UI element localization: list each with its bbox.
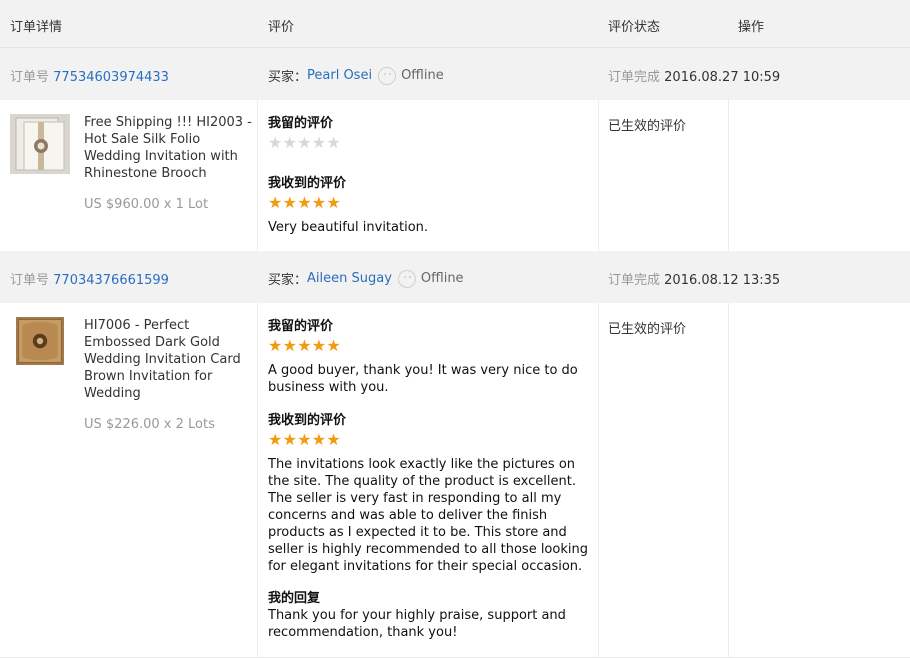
status-cell: 已生效的评价 (599, 100, 729, 251)
buyer-info: 买家： Aileen Sugay Offline (268, 269, 464, 288)
received-rating-stars: ★ ★ ★ ★ ★ (268, 195, 588, 211)
star-icon: ★ (282, 133, 297, 152)
review-cell: 我留的评价 ★ ★ ★ ★ ★ 我收到的评价 ★ ★ ★ ★ ★ Very beautiful … (258, 100, 599, 251)
star-icon: ★ (282, 430, 297, 449)
star-icon: ★ (311, 133, 327, 152)
buyer-name-link[interactable]: Pearl Osei (307, 68, 372, 83)
star-icon: ★ (326, 133, 341, 152)
star-icon: ★ (268, 133, 283, 152)
my-review-title: 我留的评价 (268, 319, 334, 334)
received-review: 我收到的评价 ★ ★ ★ ★ ★ Very beautiful invitation. (268, 175, 588, 236)
received-rating-stars: ★ ★ ★ ★ ★ (268, 432, 588, 448)
star-icon: ★ (268, 336, 283, 355)
buyer-label: 买家： (268, 70, 308, 85)
star-icon: ★ (297, 430, 312, 449)
status-cell: 已生效的评价 (599, 303, 729, 657)
reply-text: Thank you for your highly praise, suppor… (268, 608, 566, 640)
review-cell: 我留的评价 ★ ★ ★ ★ ★ A good buyer, thank you! It … (258, 303, 599, 657)
order-bar: 订单号 77534603974433 买家： Pearl Osei Offlin… (0, 48, 910, 100)
received-review: 我收到的评价 ★ ★ ★ ★ ★ The invitations look exactl… (268, 412, 588, 575)
my-review-text: A good buyer, thank you! It was very nic… (268, 363, 578, 395)
completed-time: 2016.08.27 10:59 (664, 70, 781, 85)
online-status: Offline (420, 271, 464, 286)
star-icon: ★ (268, 193, 283, 212)
product-thumbnail[interactable] (10, 114, 70, 174)
order-number-link[interactable]: 77534603974433 (53, 70, 169, 85)
received-review-text: The invitations look exactly like the pi… (268, 457, 588, 574)
product-cell: Free Shipping !!! HI2003 - Hot Sale Silk… (0, 100, 258, 251)
order-number: 订单号 77534603974433 (10, 70, 169, 85)
product-name[interactable]: HI7006 - Perfect Embossed Dark Gold Wedd… (84, 317, 252, 402)
product-price: US $960.00 x 1 Lot (84, 197, 209, 212)
review-status: 已生效的评价 (608, 119, 687, 134)
buyer-name-link[interactable]: Aileen Sugay (307, 271, 392, 286)
product-name[interactable]: Free Shipping !!! HI2003 - Hot Sale Silk… (84, 114, 252, 182)
star-icon: ★ (311, 430, 327, 449)
my-rating-stars: ★ ★ ★ ★ ★ (268, 338, 588, 354)
chat-status-icon[interactable] (397, 269, 416, 288)
my-review-title: 我留的评价 (268, 116, 334, 131)
star-icon: ★ (326, 336, 341, 355)
header-review-status: 评价状态 (608, 20, 661, 35)
product-cell: HI7006 - Perfect Embossed Dark Gold Wedd… (0, 303, 258, 657)
buyer-info: 买家： Pearl Osei Offline (268, 66, 444, 85)
star-icon: ★ (326, 430, 341, 449)
online-status: Offline (401, 68, 444, 83)
my-review: 我留的评价 ★ ★ ★ ★ ★ A good buyer, thank you! It … (268, 318, 588, 396)
product-price: US $226.00 x 2 Lots (84, 417, 215, 432)
star-icon: ★ (311, 193, 327, 212)
order-bar: 订单号 77034376661599 买家： Aileen Sugay Offl… (0, 251, 910, 303)
my-rating-stars: ★ ★ ★ ★ ★ (268, 135, 588, 151)
received-review-text: Very beautiful invitation. (268, 220, 429, 235)
my-review: 我留的评价 ★ ★ ★ ★ ★ (268, 115, 588, 151)
order-row: HI7006 - Perfect Embossed Dark Gold Wedd… (0, 303, 910, 658)
buyer-label: 买家： (268, 273, 308, 288)
received-review-title: 我收到的评价 (268, 413, 347, 428)
chat-status-icon[interactable] (378, 66, 397, 85)
received-review-title: 我收到的评价 (268, 176, 347, 191)
review-status: 已生效的评价 (608, 322, 687, 337)
order-completion: 订单完成 2016.08.12 13:35 (608, 273, 781, 288)
header-review: 评价 (268, 20, 295, 35)
star-icon: ★ (297, 193, 312, 212)
reply-title: 我的回复 (268, 591, 321, 606)
product-thumbnail[interactable] (10, 317, 70, 365)
order-row: Free Shipping !!! HI2003 - Hot Sale Silk… (0, 100, 910, 252)
completed-time: 2016.08.12 13:35 (664, 273, 781, 288)
order-number-link[interactable]: 77034376661599 (53, 273, 169, 288)
star-icon: ★ (297, 336, 312, 355)
star-icon: ★ (326, 193, 341, 212)
star-icon: ★ (297, 133, 312, 152)
table-header: 订单详情 评价 评价状态 操作 (0, 0, 910, 48)
order-number: 订单号 77034376661599 (10, 273, 169, 288)
seller-reply: 我的回复 Thank you for your highly praise, s… (268, 590, 588, 641)
star-icon: ★ (268, 430, 283, 449)
star-icon: ★ (282, 193, 297, 212)
header-order-details: 订单详情 (10, 20, 63, 35)
star-icon: ★ (282, 336, 297, 355)
order-completion: 订单完成 2016.08.27 10:59 (608, 70, 781, 85)
header-action: 操作 (738, 20, 765, 35)
star-icon: ★ (311, 336, 327, 355)
